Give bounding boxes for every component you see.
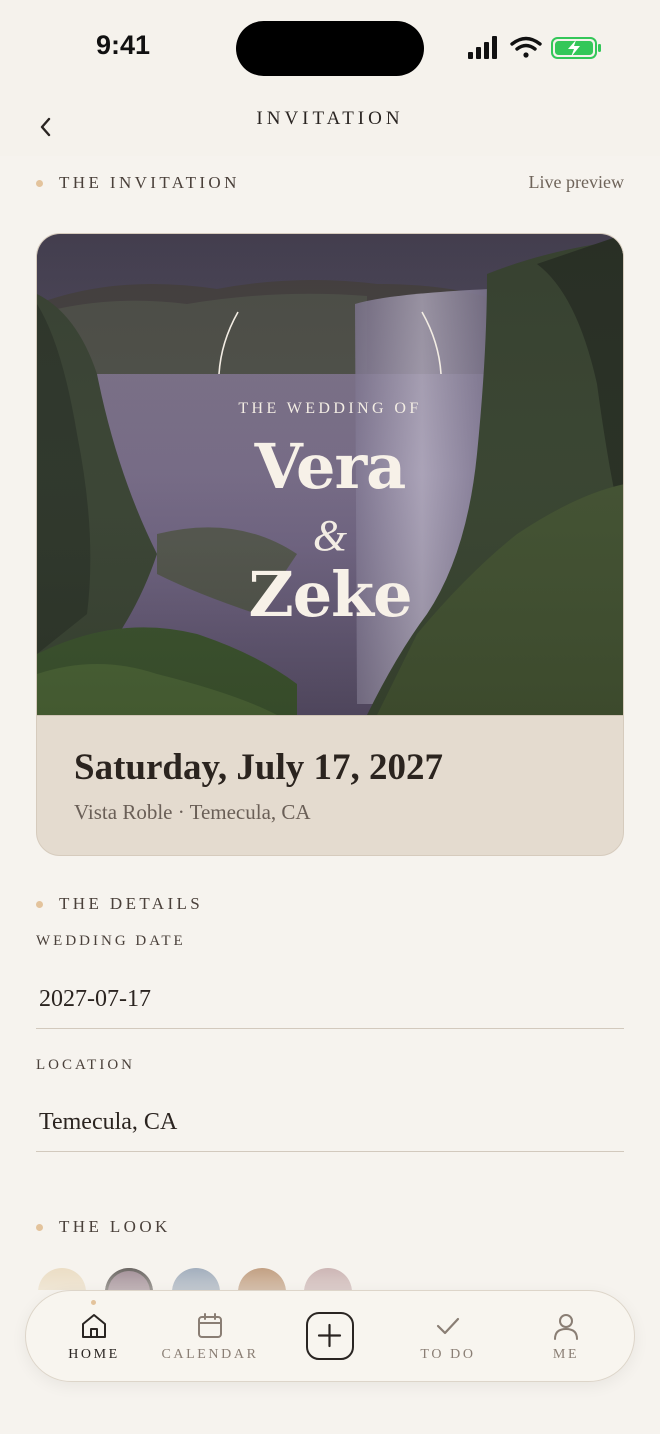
add-button[interactable] xyxy=(306,1312,354,1360)
wifi-icon xyxy=(510,36,542,58)
tab-home[interactable]: HOME xyxy=(54,1291,134,1383)
status-bar: 9:41 xyxy=(0,0,660,96)
tab-label: ME xyxy=(552,1347,580,1362)
tab-bar: HOME CALENDAR TO DO ME xyxy=(25,1290,635,1382)
section-dot xyxy=(36,179,43,187)
tab-label: CALENDAR xyxy=(161,1347,259,1362)
tab-todo[interactable]: TO DO xyxy=(408,1291,488,1383)
status-icons xyxy=(468,36,601,59)
section-dot xyxy=(36,900,43,908)
section-label: THE INVITATION xyxy=(59,173,240,192)
location-label: LOCATION xyxy=(36,1057,135,1073)
card-eyebrow: THE WEDDING OF xyxy=(238,400,422,417)
tab-me[interactable]: ME xyxy=(536,1291,596,1383)
signal-icon xyxy=(468,36,497,59)
tab-label: HOME xyxy=(68,1347,120,1362)
section-header-invitation: THE INVITATION xyxy=(36,171,240,195)
tab-calendar[interactable]: CALENDAR xyxy=(160,1291,260,1383)
invitation-card: THE WEDDING OF Vera & Zeke Saturday, Jul… xyxy=(36,233,624,856)
ampersand: & xyxy=(312,511,348,560)
partner-name-2: Zeke xyxy=(248,558,412,631)
section-dot xyxy=(36,1223,43,1231)
section-label: THE DETAILS xyxy=(59,894,204,913)
status-time: 9:41 xyxy=(96,30,151,60)
section-header-details: THE DETAILS xyxy=(36,892,203,916)
plus-icon xyxy=(317,1323,342,1348)
active-indicator xyxy=(91,1300,96,1305)
page-title: INVITATION xyxy=(256,108,404,129)
partner-name-1: Vera xyxy=(254,430,407,503)
wedding-date-label: WEDDING DATE xyxy=(36,933,186,949)
wedding-date-input[interactable] xyxy=(36,971,624,1029)
section-header-look: THE LOOK xyxy=(36,1215,171,1239)
check-icon xyxy=(436,1317,460,1335)
person-icon xyxy=(554,1314,578,1340)
nav-header: INVITATION xyxy=(0,96,660,156)
dynamic-island xyxy=(236,21,424,76)
card-date: Saturday, July 17, 2027 xyxy=(74,747,444,788)
calendar-icon xyxy=(198,1313,222,1338)
section-label: THE LOOK xyxy=(59,1217,171,1236)
card-venue: Vista Roble · Temecula, CA xyxy=(74,800,311,824)
battery-icon xyxy=(551,37,601,59)
card-footer: Saturday, July 17, 2027 Vista Roble · Te… xyxy=(37,715,623,855)
home-icon xyxy=(82,1314,106,1338)
live-preview-label: Live preview xyxy=(528,172,624,192)
location-input[interactable] xyxy=(36,1094,624,1152)
tab-label: TO DO xyxy=(420,1347,476,1362)
